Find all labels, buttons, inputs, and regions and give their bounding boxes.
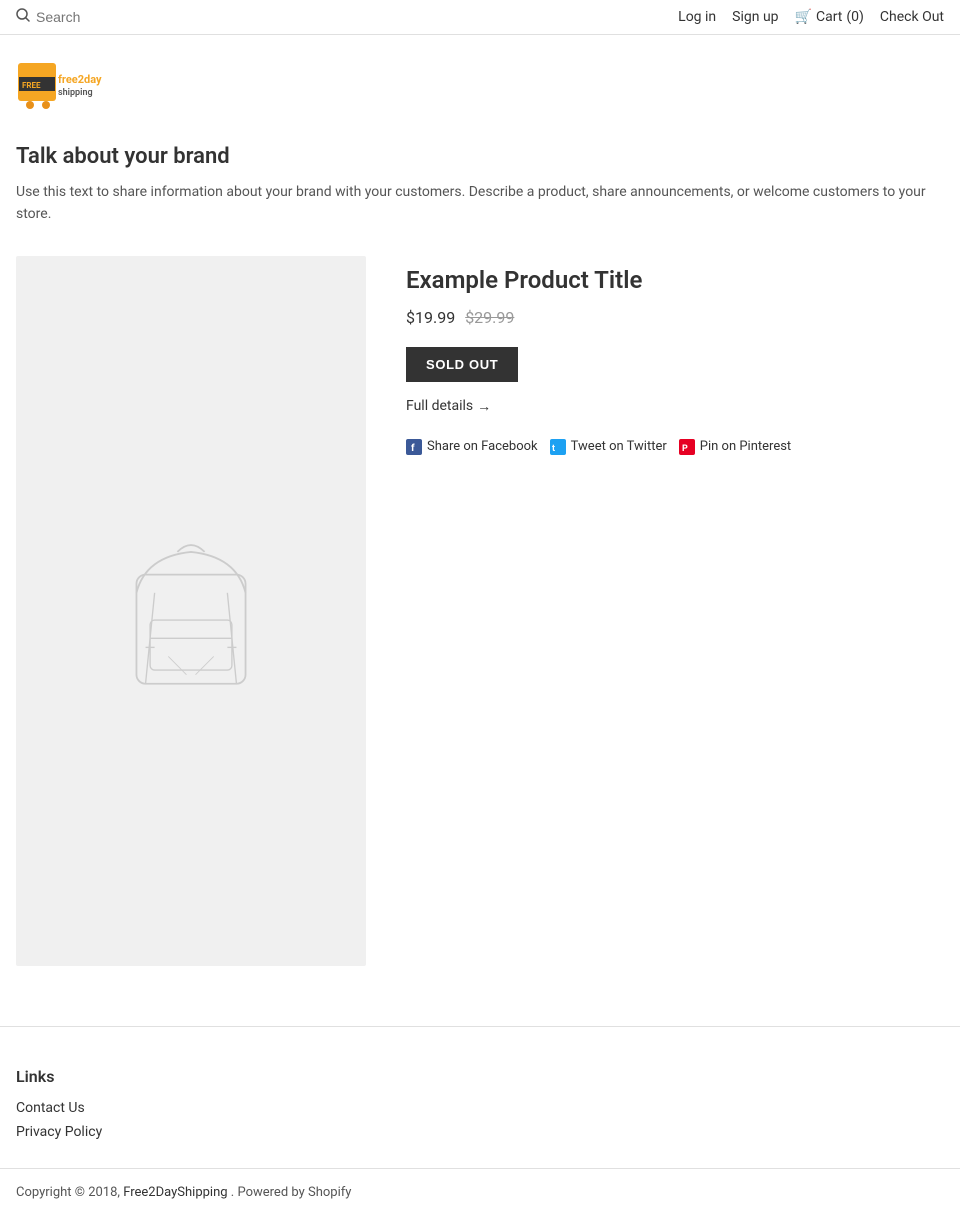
sold-out-button-wrap: SOLD OUT bbox=[406, 347, 944, 398]
svg-text:free2day: free2day bbox=[58, 73, 102, 86]
footer-bottom: Copyright © 2018, Free2DayShipping . Pow… bbox=[0, 1168, 960, 1216]
cart-count: (0) bbox=[846, 9, 864, 25]
pin-button[interactable]: P Pin on Pinterest bbox=[679, 439, 791, 455]
price-current: $19.99 bbox=[406, 308, 455, 327]
twitter-icon: t bbox=[550, 439, 566, 455]
full-details-arrow: → bbox=[477, 398, 491, 415]
search-form bbox=[16, 8, 216, 26]
svg-text:FREE: FREE bbox=[22, 81, 41, 90]
product-info: Example Product Title $19.99 $29.99 SOLD… bbox=[406, 256, 944, 455]
product-image bbox=[91, 511, 291, 711]
brand-title: Talk about your brand bbox=[16, 144, 944, 169]
powered-by-text: . Powered by Shopify bbox=[231, 1185, 352, 1200]
pinterest-icon: P bbox=[679, 439, 695, 455]
svg-text:t: t bbox=[552, 444, 555, 454]
contact-us-link[interactable]: Contact Us bbox=[16, 1100, 944, 1116]
sold-out-button: SOLD OUT bbox=[406, 347, 518, 382]
brand-section: Talk about your brand Use this text to s… bbox=[16, 144, 944, 226]
svg-text:shipping: shipping bbox=[58, 88, 93, 98]
nav-links: Log in Sign up 🛒 Cart (0) Check Out bbox=[678, 9, 944, 25]
share-facebook-button[interactable]: f Share on Facebook bbox=[406, 439, 538, 455]
footer-links-section: Links Contact Us Privacy Policy bbox=[0, 1026, 960, 1168]
brand-description: Use this text to share information about… bbox=[16, 181, 944, 226]
social-share: f Share on Facebook t Tweet on Twitter P bbox=[406, 439, 944, 455]
search-icon[interactable] bbox=[16, 8, 30, 26]
cart-icon: 🛒 bbox=[795, 9, 812, 25]
price-original: $29.99 bbox=[465, 308, 514, 327]
svg-text:P: P bbox=[682, 444, 688, 454]
top-nav: Log in Sign up 🛒 Cart (0) Check Out bbox=[0, 0, 960, 35]
svg-text:f: f bbox=[411, 443, 415, 454]
full-details-label: Full details bbox=[406, 398, 473, 414]
copyright-text: Copyright © 2018, bbox=[16, 1185, 120, 1200]
main-content: Talk about your brand Use this text to s… bbox=[0, 124, 960, 986]
company-link[interactable]: Free2DayShipping bbox=[123, 1185, 227, 1200]
check-out-link[interactable]: Check Out bbox=[880, 9, 944, 25]
tweet-button[interactable]: t Tweet on Twitter bbox=[550, 439, 667, 455]
product-title: Example Product Title bbox=[406, 266, 944, 294]
privacy-policy-link[interactable]: Privacy Policy bbox=[16, 1124, 944, 1140]
facebook-icon: f bbox=[406, 439, 422, 455]
search-input[interactable] bbox=[36, 9, 156, 25]
footer-links-title: Links bbox=[16, 1067, 944, 1086]
logo-link[interactable]: FREE free2day shipping bbox=[16, 98, 136, 114]
full-details-link[interactable]: Full details → bbox=[406, 398, 944, 415]
cart-label: Cart bbox=[816, 9, 842, 25]
product-section: Example Product Title $19.99 $29.99 SOLD… bbox=[16, 256, 944, 966]
cart-link[interactable]: 🛒 Cart (0) bbox=[795, 9, 864, 25]
product-price-row: $19.99 $29.99 bbox=[406, 308, 944, 327]
logo-area: FREE free2day shipping bbox=[0, 35, 960, 124]
tweet-label: Tweet on Twitter bbox=[571, 439, 667, 454]
product-image-wrap bbox=[16, 256, 366, 966]
sign-up-link[interactable]: Sign up bbox=[732, 9, 778, 25]
pin-label: Pin on Pinterest bbox=[700, 439, 791, 454]
log-in-link[interactable]: Log in bbox=[678, 9, 716, 25]
logo-image: FREE free2day shipping bbox=[16, 55, 136, 110]
share-facebook-label: Share on Facebook bbox=[427, 439, 538, 454]
